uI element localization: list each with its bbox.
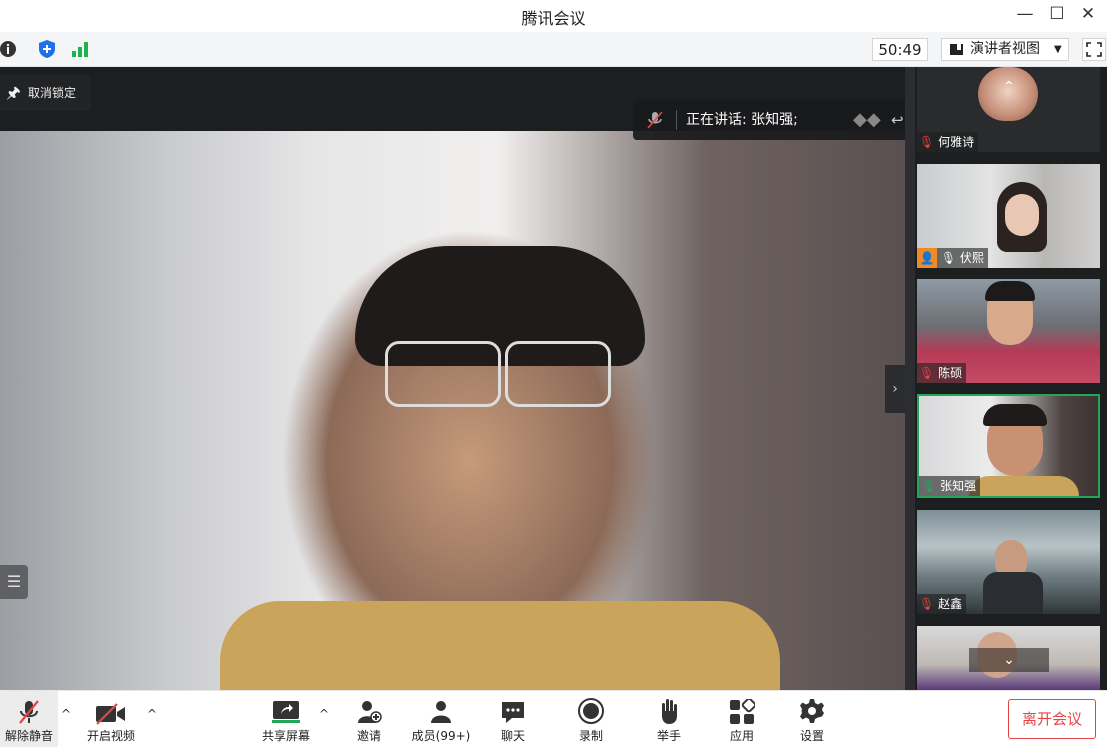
layout-icon: [950, 44, 963, 55]
video-off-icon: [96, 703, 125, 725]
video-options-caret[interactable]: ^: [147, 707, 157, 721]
participant-tile[interactable]: 🎙 陈硕: [917, 279, 1100, 383]
gear-icon: [800, 699, 824, 723]
participant-name: 陈硕: [938, 366, 963, 380]
video-figure-face: [1005, 194, 1039, 236]
participant-label: 🎙 陈硕: [917, 363, 967, 383]
fullscreen-button[interactable]: [1082, 38, 1106, 61]
participant-name: 何雅诗: [938, 135, 975, 149]
settings-label: 设置: [799, 729, 824, 743]
participant-name: 张知强: [940, 479, 977, 493]
meeting-timer: 50:49: [872, 38, 928, 61]
share-screen-label: 共享屏幕: [261, 729, 310, 743]
video-figure-shirt: [969, 476, 1079, 496]
participant-name: 伏熙: [959, 251, 984, 265]
video-figure-shirt: [220, 601, 780, 690]
video-figure-glasses: [385, 341, 501, 407]
unmute-label: 解除静音: [4, 729, 53, 743]
speaking-indicator: 正在讲话: 张知强; ◆◆ ↩: [633, 100, 905, 140]
chat-button[interactable]: 聊天: [489, 691, 537, 747]
fullscreen-icon: [1086, 42, 1102, 57]
title-bar: 腾讯会议 — ☐ ✕: [0, 0, 1107, 32]
participant-label: 👤 🎙 伏熙: [917, 248, 988, 268]
speaker-video: [0, 131, 905, 690]
collapse-sidebar-button[interactable]: ›: [885, 365, 905, 413]
close-button[interactable]: ✕: [1075, 4, 1101, 24]
unlock-label: 取消锁定: [28, 86, 77, 100]
participant-tile-active-speaker[interactable]: 🎙 张知强: [917, 394, 1100, 498]
participant-tile[interactable]: ⌄: [917, 626, 1100, 690]
view-mode-dropdown[interactable]: 演讲者视图 ▼: [941, 38, 1069, 61]
participant-label: 🎙 何雅诗: [917, 132, 979, 152]
mic-muted-icon: [19, 700, 39, 724]
participant-label: 🎙 赵鑫: [917, 594, 967, 614]
leave-meeting-button[interactable]: 离开会议: [1008, 699, 1096, 739]
settings-button[interactable]: 设置: [788, 691, 836, 747]
video-figure-hair: [983, 404, 1047, 426]
chat-label: 聊天: [500, 729, 525, 743]
shield-icon[interactable]: [37, 39, 57, 59]
chat-icon: [502, 702, 524, 723]
share-screen-button[interactable]: 共享屏幕: [257, 691, 315, 747]
info-icon[interactable]: [0, 39, 20, 59]
pin-icon: 🖈: [6, 83, 21, 102]
mic-muted-icon: [647, 111, 663, 129]
view-mode-label: 演讲者视图: [970, 41, 1040, 57]
apps-icon: [730, 699, 755, 724]
share-options-caret[interactable]: ^: [319, 707, 329, 721]
sidebar-scrollbar[interactable]: [905, 67, 915, 690]
raise-hand-button[interactable]: 举手: [645, 691, 693, 747]
list-toggle-icon[interactable]: ☰: [0, 565, 28, 599]
invite-label: 邀请: [356, 729, 381, 743]
share-screen-icon: [272, 701, 300, 723]
members-icon: [431, 701, 451, 723]
speaking-label: 正在讲话: 张知强;: [686, 112, 798, 128]
record-button[interactable]: 录制: [567, 691, 615, 747]
audio-options-caret[interactable]: ^: [61, 707, 71, 721]
divider: [676, 110, 677, 130]
mic-muted-icon: 🎙: [919, 366, 935, 380]
pin-arrow-icon[interactable]: ◆◆: [853, 100, 881, 140]
start-video-label: 开启视频: [86, 729, 135, 743]
mic-muted-icon: 🎙: [919, 135, 935, 149]
mic-muted-icon: 🎙: [919, 597, 935, 611]
record-icon: [578, 698, 604, 724]
members-label: 成员(99+): [411, 729, 471, 743]
apps-label: 应用: [729, 729, 754, 743]
signal-strength-icon[interactable]: [71, 39, 91, 59]
window-title: 腾讯会议: [521, 9, 586, 28]
start-video-button[interactable]: 开启视频: [82, 691, 140, 747]
invite-button[interactable]: 邀请: [345, 691, 393, 747]
chevron-down-icon[interactable]: ⌄: [969, 648, 1049, 672]
video-figure-glasses: [505, 341, 611, 407]
video-figure-hair: [985, 281, 1035, 301]
video-figure-body: [983, 572, 1043, 614]
minimize-button[interactable]: —: [1012, 4, 1038, 24]
members-button[interactable]: 成员(99+): [406, 691, 476, 747]
mic-icon: 🎙: [940, 251, 957, 265]
raise-hand-label: 举手: [656, 729, 681, 743]
reply-icon[interactable]: ↩: [891, 100, 904, 140]
bottom-toolbar: 解除静音 ^ 开启视频 ^ 共享屏幕 ^ 邀请 成员(99+) 聊天 录制 举手…: [0, 690, 1107, 747]
raise-hand-icon: [662, 699, 677, 724]
mic-active-icon: 🎙: [921, 479, 937, 493]
record-label: 录制: [578, 729, 603, 743]
chevron-up-icon[interactable]: ⌃: [1003, 79, 1015, 95]
host-icon: 👤: [917, 248, 937, 268]
main-stage: 🖈 取消锁定 正在讲话: 张知强; ◆◆ ↩ ☰ ›: [0, 67, 905, 690]
participant-tile[interactable]: ⌃ 🎙 何雅诗: [917, 67, 1100, 152]
maximize-button[interactable]: ☐: [1044, 4, 1070, 24]
unlock-pin-button[interactable]: 🖈 取消锁定: [0, 75, 91, 111]
invite-user-icon: [358, 701, 382, 723]
participant-label: 🎙 张知强: [919, 476, 981, 496]
participant-tile[interactable]: 🎙 赵鑫: [917, 510, 1100, 614]
participant-name: 赵鑫: [938, 597, 963, 611]
caret-down-icon: ▼: [1054, 44, 1062, 55]
unmute-button[interactable]: 解除静音: [0, 691, 58, 747]
participant-tile[interactable]: 👤 🎙 伏熙: [917, 164, 1100, 268]
apps-button[interactable]: 应用: [718, 691, 766, 747]
